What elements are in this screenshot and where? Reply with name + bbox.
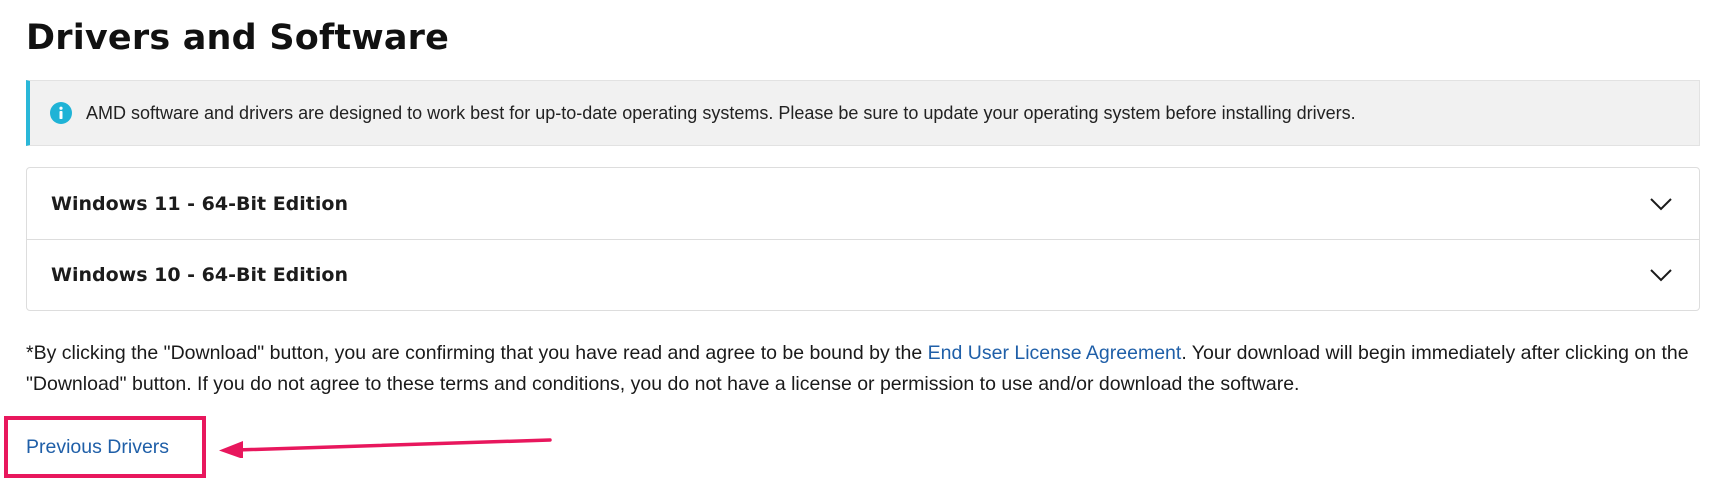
- eula-link[interactable]: End User License Agreement: [928, 342, 1182, 364]
- previous-drivers-link[interactable]: Previous Drivers: [26, 433, 169, 461]
- download-disclaimer: *By clicking the "Download" button, you …: [26, 338, 1700, 400]
- chevron-down-icon[interactable]: [1649, 267, 1673, 283]
- page-title: Drivers and Software: [26, 18, 450, 58]
- os-accordion: Windows 11 - 64-Bit Edition Windows 10 -…: [26, 167, 1700, 311]
- accordion-item-label: Windows 10 - 64-Bit Edition: [51, 264, 348, 286]
- chevron-down-icon[interactable]: [1649, 196, 1673, 212]
- accordion-item-label: Windows 11 - 64-Bit Edition: [51, 192, 348, 215]
- accordion-item-windows-11[interactable]: Windows 11 - 64-Bit Edition: [27, 168, 1699, 239]
- info-banner-text: AMD software and drivers are designed to…: [86, 102, 1356, 123]
- annotation-arrow-icon: [219, 438, 552, 458]
- info-icon: [50, 102, 72, 124]
- info-banner: AMD software and drivers are designed to…: [26, 80, 1700, 146]
- accordion-item-windows-10[interactable]: Windows 10 - 64-Bit Edition: [27, 239, 1699, 310]
- disclaimer-text-start: *By clicking the "Download" button, you …: [26, 342, 928, 364]
